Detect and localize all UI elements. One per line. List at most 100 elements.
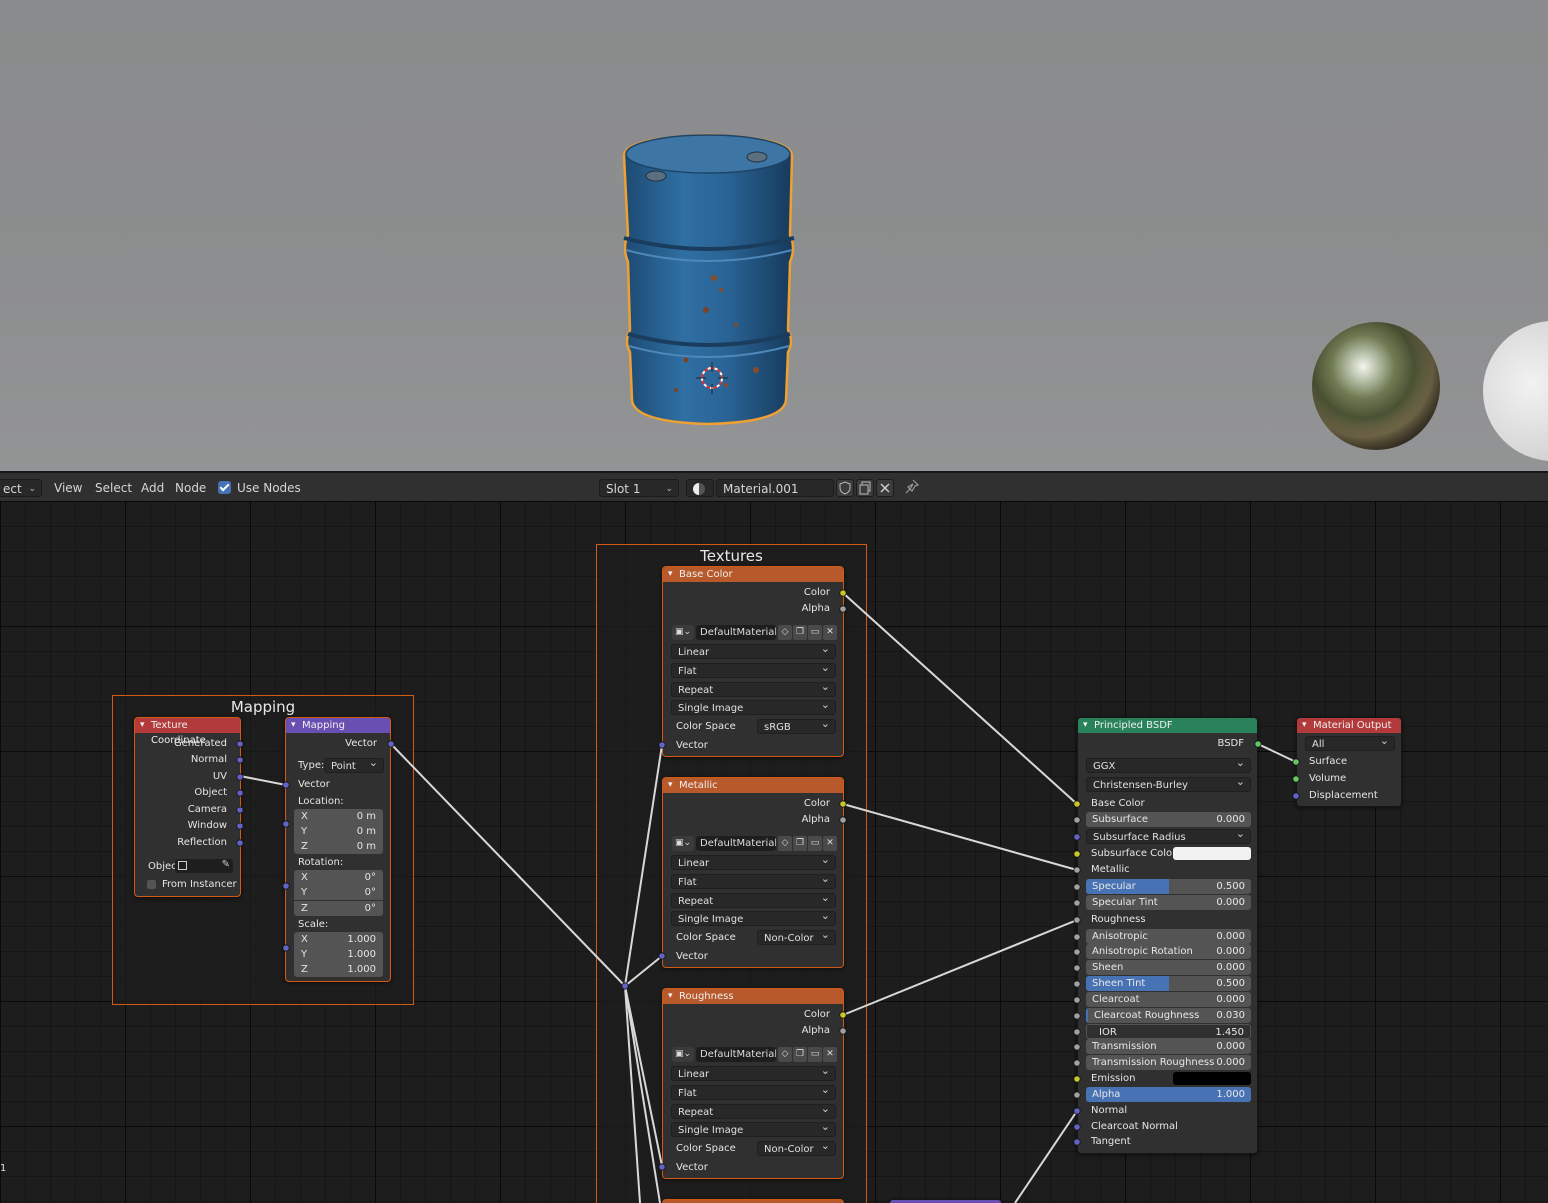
open-folder-icon[interactable]: ▭ (808, 625, 822, 640)
scale-x-field[interactable]: X 1.000 (294, 932, 383, 947)
oil-barrel-object[interactable] (616, 130, 800, 430)
specular-tint-field[interactable]: Specular Tint 0.000 (1086, 895, 1251, 910)
image-name-field[interactable]: DefaultMaterial_... (696, 625, 776, 640)
extension-dropdown[interactable]: Repeat (671, 890, 836, 908)
scale-z-field[interactable]: Z 1.000 (294, 962, 383, 977)
transmission-field[interactable]: Transmission 0.000 (1086, 1039, 1251, 1054)
anisotropic-rotation-field[interactable]: Anisotropic Rotation 0.000 (1086, 944, 1251, 959)
node-title[interactable]: Roughness (663, 989, 843, 1004)
interpolation-dropdown[interactable]: Linear (671, 1063, 836, 1081)
image-texture-node-partial[interactable] (662, 1199, 844, 1203)
projection-dropdown[interactable]: Flat (671, 660, 836, 678)
texture-coordinate-node[interactable]: Texture Coordinate Generated Normal UV O… (134, 717, 241, 897)
clearcoat-roughness-field[interactable]: Clearcoat Roughness 0.030 (1086, 1008, 1251, 1023)
image-texture-node[interactable]: Base Color Color Alpha ▣⌄ DefaultMateria… (662, 566, 844, 757)
projection-dropdown[interactable]: Flat (671, 871, 836, 889)
image-selector[interactable]: ▣⌄ DefaultMaterial_... ◇ ❐ ▭ ✕ (672, 625, 837, 640)
pin-icon[interactable] (904, 478, 920, 496)
ior-field[interactable]: IOR 1.450 (1086, 1024, 1251, 1039)
projection-dropdown[interactable]: Flat (671, 1082, 836, 1100)
image-selector[interactable]: ▣⌄ DefaultMaterial_... ◇ ❐ ▭ ✕ (672, 836, 837, 851)
menu-add[interactable]: Add (141, 479, 164, 497)
node-title[interactable]: Base Color (663, 567, 843, 582)
image-name-field[interactable]: DefaultMaterial_... (696, 1047, 776, 1062)
color-space-dropdown[interactable]: sRGB (757, 716, 836, 734)
material-browse-button[interactable] (686, 479, 714, 497)
sheen-tint-slider[interactable]: Sheen Tint 0.500 (1086, 976, 1251, 991)
output-target-dropdown[interactable]: All (1305, 733, 1395, 751)
menu-select[interactable]: Select (95, 479, 132, 497)
from-instancer-checkbox[interactable] (147, 880, 156, 889)
specular-slider[interactable]: Specular 0.500 (1086, 879, 1251, 894)
color-space-dropdown[interactable]: Non-Color (757, 927, 836, 945)
node-editor-canvas[interactable]: Mapping Textures Texture Coordinate Gene… (0, 501, 1548, 1203)
location-y-field[interactable]: Y 0 m (294, 824, 383, 839)
3d-viewport[interactable] (0, 0, 1548, 471)
fake-user-shield-icon[interactable]: ◇ (778, 836, 792, 851)
normal-map-node-partial[interactable] (889, 1199, 1002, 1203)
menu-node[interactable]: Node (175, 479, 206, 497)
material-name-field[interactable]: Material.001 (716, 479, 834, 497)
use-nodes-toggle[interactable]: Use Nodes (218, 479, 301, 497)
node-title[interactable]: Mapping (286, 718, 390, 733)
image-source-dropdown[interactable]: Single Image (671, 1119, 836, 1137)
mapping-type-dropdown[interactable]: Point (324, 755, 384, 773)
unlink-close-icon[interactable] (876, 479, 894, 497)
mapping-node[interactable]: Mapping Vector Type: Point Vector Locati… (285, 717, 391, 982)
anisotropic-field[interactable]: Anisotropic 0.000 (1086, 929, 1251, 944)
interpolation-dropdown[interactable]: Linear (671, 641, 836, 659)
object-picker-field[interactable]: ✎ (175, 859, 233, 873)
extension-dropdown[interactable]: Repeat (671, 679, 836, 697)
open-folder-icon[interactable]: ▭ (808, 836, 822, 851)
node-title[interactable]: Metallic (663, 778, 843, 793)
menu-view[interactable]: View (54, 479, 82, 497)
clearcoat-field[interactable]: Clearcoat 0.000 (1086, 992, 1251, 1007)
duplicate-icon[interactable]: ❐ (793, 625, 807, 640)
material-slot-dropdown[interactable]: Slot 1 ⌄ (599, 479, 679, 497)
principled-bsdf-node[interactable]: Principled BSDF BSDF GGX Christensen-Bur… (1077, 717, 1258, 1154)
fake-user-shield-icon[interactable]: ◇ (778, 1047, 792, 1062)
image-browse-icon[interactable]: ▣⌄ (672, 836, 694, 851)
image-browse-icon[interactable]: ▣⌄ (672, 1047, 694, 1062)
open-folder-icon[interactable]: ▭ (808, 1047, 822, 1062)
location-x-field[interactable]: X 0 m (294, 809, 383, 824)
duplicate-icon[interactable] (856, 479, 874, 497)
subsurface-field[interactable]: Subsurface 0.000 (1086, 812, 1251, 827)
subsurface-color-swatch[interactable] (1173, 847, 1251, 860)
material-output-node[interactable]: Material Output All Surface Volume Displ… (1296, 717, 1402, 807)
rotation-z-field[interactable]: Z 0° (294, 901, 383, 916)
emission-color-swatch[interactable] (1173, 1072, 1251, 1085)
unlink-close-icon[interactable]: ✕ (823, 625, 837, 640)
distribution-dropdown[interactable]: GGX (1086, 755, 1251, 773)
image-selector[interactable]: ▣⌄ DefaultMaterial_... ◇ ❐ ▭ ✕ (672, 1047, 837, 1062)
image-texture-node[interactable]: Metallic Color Alpha ▣⌄ DefaultMaterial_… (662, 777, 844, 968)
node-title[interactable]: Principled BSDF (1078, 718, 1257, 733)
image-browse-icon[interactable]: ▣⌄ (672, 625, 694, 640)
alpha-slider[interactable]: Alpha 1.000 (1086, 1087, 1251, 1102)
subsurface-radius-dropdown[interactable]: Subsurface Radius (1086, 826, 1251, 844)
subsurface-method-dropdown[interactable]: Christensen-Burley (1086, 774, 1251, 792)
image-name-field[interactable]: DefaultMaterial_... (696, 836, 776, 851)
eyedropper-icon[interactable]: ✎ (222, 859, 230, 870)
rotation-x-field[interactable]: X 0° (294, 870, 383, 885)
location-z-field[interactable]: Z 0 m (294, 839, 383, 854)
transmission-roughness-field[interactable]: Transmission Roughness 0.000 (1086, 1055, 1251, 1070)
image-source-dropdown[interactable]: Single Image (671, 908, 836, 926)
editor-type-dropdown[interactable]: ect ⌄ (0, 479, 42, 497)
rotation-y-field[interactable]: Y 0° (294, 885, 383, 900)
fake-user-shield-icon[interactable] (836, 479, 854, 497)
sheen-field[interactable]: Sheen 0.000 (1086, 960, 1251, 975)
interpolation-dropdown[interactable]: Linear (671, 852, 836, 870)
duplicate-icon[interactable]: ❐ (793, 1047, 807, 1062)
image-source-dropdown[interactable]: Single Image (671, 697, 836, 715)
node-title[interactable]: Material Output (1297, 718, 1401, 733)
scale-y-field[interactable]: Y 1.000 (294, 947, 383, 962)
image-texture-node[interactable]: Roughness Color Alpha ▣⌄ DefaultMaterial… (662, 988, 844, 1179)
color-space-dropdown[interactable]: Non-Color (757, 1138, 836, 1156)
unlink-close-icon[interactable]: ✕ (823, 836, 837, 851)
node-title[interactable]: Texture Coordinate (135, 718, 240, 746)
extension-dropdown[interactable]: Repeat (671, 1101, 836, 1119)
fake-user-shield-icon[interactable]: ◇ (778, 625, 792, 640)
unlink-close-icon[interactable]: ✕ (823, 1047, 837, 1062)
duplicate-icon[interactable]: ❐ (793, 836, 807, 851)
